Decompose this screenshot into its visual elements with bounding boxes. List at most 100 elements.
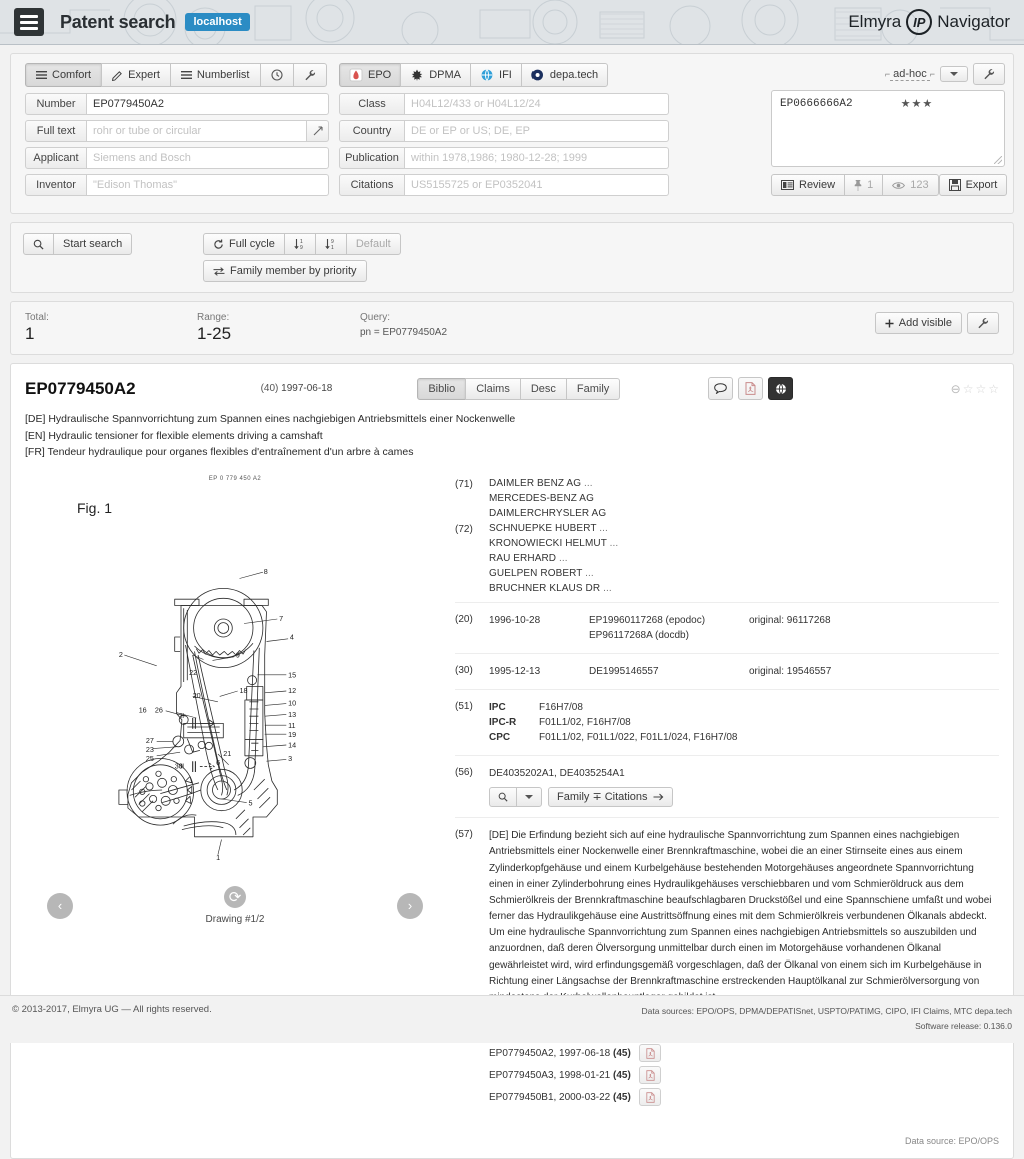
results-meta-actions: Add visible [875,312,999,334]
class-input[interactable] [405,93,669,115]
sort-descending-button[interactable]: 9 1 [315,233,347,255]
basket-pin-count[interactable]: 1 [844,174,883,196]
inventor-item[interactable]: GUELPEN ROBERT ... [489,566,618,581]
basket-export-button[interactable]: Export [939,174,1008,196]
datasource-epo[interactable]: EPO [339,63,401,87]
svg-text:6: 6 [216,758,220,767]
comment-button[interactable] [708,377,733,400]
pdf-icon [745,382,756,395]
start-search-button[interactable]: Start search [53,233,132,255]
tab-family-label: Family [577,383,609,395]
sort-default-button[interactable]: Default [346,233,401,255]
inventor-item[interactable]: SCHNUEPKE HUBERT ... [489,521,618,536]
tab-biblio[interactable]: Biblio [417,378,466,400]
search-icon-button[interactable] [23,233,54,255]
basket-project-dropdown-button[interactable] [940,66,968,82]
citations-value[interactable]: DE4035202A1, DE4035254A1 [489,766,999,781]
inventor-item[interactable]: RAU ERHARD ... [489,551,618,566]
globe-button[interactable] [768,377,793,400]
inventor-more[interactable]: ... [610,538,619,549]
classification-ipcr-value[interactable]: F01L1/02, F16H7/08 [539,715,631,730]
full-cycle-item-text[interactable]: EP0779450A3, 1998-01-21 (45) [489,1068,639,1083]
inventor-more[interactable]: ... [603,583,612,594]
basket-column: ⌐ ad-hoc ⌐ EP0666666A2 ★★★ [669,63,1005,201]
basket-review-button[interactable]: Review [771,174,845,196]
inventor-more[interactable]: ... [585,568,594,579]
applicant-input[interactable] [87,147,329,169]
basket-settings-button[interactable] [973,63,1005,85]
inventor-more[interactable]: ... [599,523,608,534]
search-icon [33,239,44,250]
drawing-next-button[interactable]: › [397,893,423,919]
inventor-item[interactable]: KRONOWIECKI HELMUT ... [489,536,618,551]
search-mode-expert[interactable]: Expert [101,63,171,87]
search-history-button[interactable] [260,63,294,87]
fulltext-expand-button[interactable] [307,120,329,142]
results-settings-button[interactable] [967,312,999,334]
family-citations-button[interactable]: Family ∓ Citations [548,787,673,807]
hamburger-menu-button[interactable] [14,8,44,36]
star-icon[interactable]: ☆ [988,382,999,396]
datasource-ifi[interactable]: IFI [470,63,522,87]
result-date-code: (40) [261,383,279,394]
datasource-dpma[interactable]: DPMA [400,63,471,87]
search-mode-expert-label: Expert [128,69,160,81]
result-publication-number: EP0779450A2 [25,379,136,399]
inventor-name: RAU ERHARD [489,553,556,564]
full-cycle-label: Full cycle [229,238,275,250]
citations-search-button[interactable] [489,787,517,807]
full-cycle-button[interactable]: Full cycle [203,233,285,255]
basket-entry: EP0666666A2 ★★★ [780,97,996,110]
basket-textarea[interactable]: EP0666666A2 ★★★ [771,90,1005,167]
tab-family[interactable]: Family [566,378,620,400]
applicant-more[interactable]: ... [584,478,593,489]
lines-icon [181,71,192,80]
tab-desc[interactable]: Desc [520,378,567,400]
tab-claims[interactable]: Claims [465,378,521,400]
star-icon[interactable]: ☆ [963,382,974,396]
full-cycle-item-text[interactable]: EP0779450A2, 1997-06-18 (45) [489,1046,639,1061]
result-rating[interactable]: ⊖ ☆ ☆ ☆ [951,382,999,396]
add-visible-button[interactable]: Add visible [875,312,962,334]
field-number: Number [25,93,329,115]
patent-drawing: 87 415 1210 1311 1914 39 2018 222 1626 2… [70,520,400,880]
family-member-by-priority-button[interactable]: Family member by priority [203,260,367,282]
full-cycle-pdf-button[interactable] [639,1066,661,1084]
classification-cpc-value[interactable]: F01L1/02, F01L1/022, F01L1/024, F16H7/08 [539,730,737,745]
full-cycle-item: EP0779450A3, 1998-01-21 (45) [489,1066,999,1084]
result-action-icons [708,377,793,400]
citations-dropdown-button[interactable] [516,787,542,807]
full-cycle-pdf-button[interactable] [639,1044,661,1062]
search-mode-numberlist[interactable]: Numberlist [170,63,261,87]
sort-ascending-button[interactable]: 1 9 [284,233,316,255]
resize-handle[interactable] [994,156,1002,164]
publication-input[interactable] [405,147,669,169]
no-rating-icon[interactable]: ⊖ [951,382,961,396]
applicant-item[interactable]: DAIMLERCHRYSLER AG [489,506,606,521]
drawing-reload-button[interactable]: ⟳ [224,886,246,908]
pdf-button[interactable] [738,377,763,400]
inventor-more[interactable]: ... [559,553,568,564]
citations-input[interactable] [405,174,669,196]
result-date-block: (40) 1997-06-18 [261,383,333,394]
full-cycle-pdf-button[interactable] [639,1088,661,1106]
inventor-item[interactable]: BRUCHNER KLAUS DR ... [489,581,618,596]
drawing-prev-button[interactable]: ‹ [47,893,73,919]
number-input[interactable] [87,93,329,115]
star-icon[interactable]: ☆ [975,382,986,396]
tab-claims-label: Claims [476,383,510,395]
datasource-depatech[interactable]: depa.tech [521,63,608,87]
applicant-item[interactable]: MERCEDES-BENZ AG [489,491,606,506]
basket-seen-count[interactable]: 123 [882,174,938,196]
drawing-image-container[interactable]: 87 415 1210 1311 1914 39 2018 222 1626 2… [25,516,445,880]
fulltext-input[interactable] [87,120,307,142]
basket-project-selector[interactable]: ⌐ ad-hoc ⌐ [885,68,935,81]
country-input[interactable] [405,120,669,142]
classification-ipc-value[interactable]: F16H7/08 [539,700,583,715]
inventor-input[interactable] [87,174,329,196]
application-row: (20) 1996-10-28 EP19960117268 (epodoc) E… [455,603,999,654]
search-mode-comfort[interactable]: Comfort [25,63,102,87]
full-cycle-item-text[interactable]: EP0779450B1, 2000-03-22 (45) [489,1090,639,1105]
applicant-item[interactable]: DAIMLER BENZ AG ... [489,476,606,491]
search-settings-button[interactable] [293,63,327,87]
